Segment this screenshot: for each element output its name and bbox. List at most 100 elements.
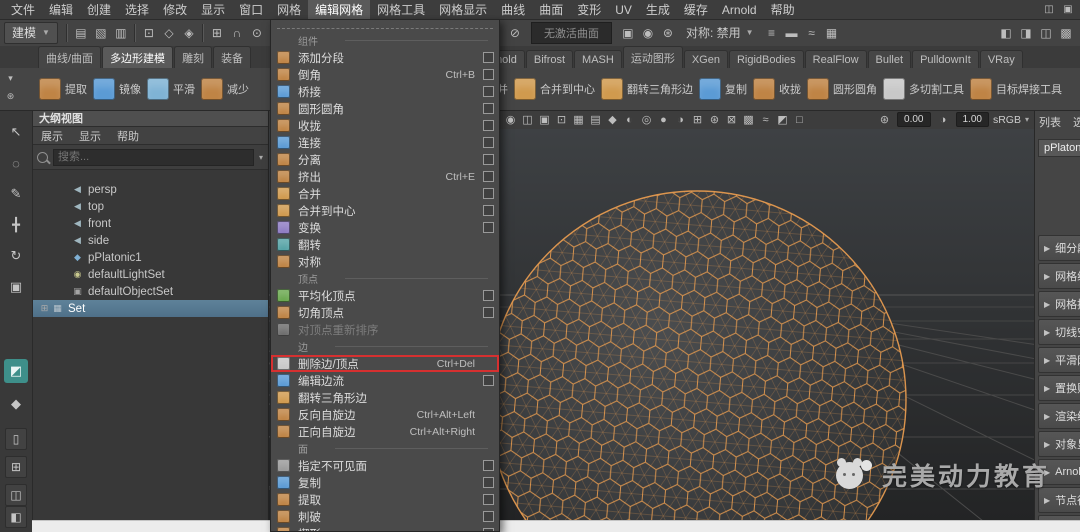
shelf-collapse-button[interactable]: 收拢 — [750, 77, 804, 101]
open-scene-icon[interactable]: ▧ — [91, 23, 111, 43]
render-icon[interactable]: ▣ — [618, 23, 638, 43]
menu-item[interactable]: 挤出 Ctrl+E — [271, 168, 499, 185]
safe-action-icon[interactable]: ◐ — [621, 112, 638, 128]
outliner-item[interactable]: ▣ defaultObjectSet — [32, 283, 268, 300]
menu-item[interactable]: 正向自旋边 Ctrl+Alt+Right — [271, 423, 499, 440]
attribute-node-tab[interactable]: pPlatonicSha... — [1038, 139, 1080, 157]
option-box[interactable] — [483, 137, 494, 148]
last-tool-icon[interactable]: ◆ — [4, 392, 28, 416]
make-live-icon[interactable]: ⊘ — [505, 23, 525, 43]
symmetry-selector[interactable]: 对称: 禁用 ▼ — [686, 24, 754, 41]
option-box[interactable] — [483, 86, 494, 97]
outliner-item[interactable]: ◀ front — [32, 215, 268, 232]
option-box[interactable] — [483, 494, 494, 505]
film-gate-icon[interactable]: ⊡ — [553, 112, 570, 128]
shelf-target-weld-button[interactable]: 目标焊接工具 — [967, 77, 1065, 101]
shelf-reduce-button[interactable]: 减少 — [198, 77, 252, 101]
menubar-item[interactable]: 生成 — [639, 0, 677, 19]
shelf-smooth-button[interactable]: 平滑 — [144, 77, 198, 101]
gamma-icon[interactable]: ◑ — [935, 112, 952, 128]
menubar-item[interactable]: 窗口 — [232, 0, 270, 19]
option-box[interactable] — [483, 375, 494, 386]
menu-item[interactable]: 提取 — [271, 491, 499, 508]
shelf-tab[interactable]: 曲线/曲面 — [38, 46, 101, 68]
attribute-section[interactable]: ▶ 切线空间 — [1038, 319, 1080, 345]
shelf-tab[interactable]: RealFlow — [805, 50, 867, 68]
menubar-item[interactable]: 显示 — [194, 0, 232, 19]
snap-grid-icon[interactable]: ⊞ — [207, 23, 227, 43]
option-box[interactable] — [483, 222, 494, 233]
input-line-icon[interactable]: ≡ — [762, 23, 782, 43]
textured-icon[interactable]: ⊞ — [689, 112, 706, 128]
option-box[interactable] — [483, 69, 494, 80]
ipr-render-icon[interactable]: ◉ — [638, 23, 658, 43]
motion-blur-icon[interactable]: ≈ — [757, 112, 774, 128]
shelf-tab[interactable]: XGen — [684, 50, 728, 68]
menubar-item[interactable]: 曲面 — [532, 0, 570, 19]
construction-history-icon[interactable]: ≈ — [802, 23, 822, 43]
multisample-icon[interactable]: ◩ — [774, 112, 791, 128]
channel-box-toggle-icon[interactable]: ◫ — [1036, 23, 1056, 43]
select-hierarchy-icon[interactable]: ⊡ — [139, 23, 159, 43]
shelf-tab[interactable]: RigidBodies — [729, 50, 804, 68]
menubar-item[interactable]: 编辑网格 — [308, 0, 370, 19]
split-pane-layout-button[interactable]: ◫ — [5, 484, 27, 506]
option-box[interactable] — [483, 307, 494, 318]
gate-mask-icon[interactable]: ▤ — [587, 112, 604, 128]
shelf-menu-icon[interactable]: ⊛ — [3, 89, 18, 104]
shelf-extract-button[interactable]: 提取 — [36, 77, 90, 101]
modeling-toolkit-toggle-icon[interactable]: ▩ — [1056, 23, 1076, 43]
tear-off-handle[interactable] — [277, 22, 493, 29]
menu-item[interactable]: 平均化顶点 — [271, 287, 499, 304]
menubar-item[interactable]: 变形 — [570, 0, 608, 19]
menubar-item[interactable]: 编辑 — [42, 0, 80, 19]
menubar-item[interactable]: Arnold — [715, 0, 764, 19]
outliner-item[interactable]: ◀ persp — [32, 181, 268, 198]
single-pane-layout-button[interactable]: ▯ — [5, 428, 27, 450]
workspace-icon[interactable]: ◫ — [1041, 2, 1057, 18]
expand-icon[interactable]: ⊞ — [38, 303, 51, 314]
option-box[interactable] — [483, 52, 494, 63]
menu-item[interactable]: 对顶点重新排序 — [271, 321, 499, 338]
exposure-icon[interactable]: ⊛ — [876, 112, 893, 128]
menu-item[interactable]: 桥接 — [271, 83, 499, 100]
menu-item[interactable]: 合并到中心 — [271, 202, 499, 219]
shelf-tab[interactable]: 多边形建模 — [102, 46, 173, 68]
menubar-item[interactable]: UV — [608, 0, 639, 19]
shelf-circularize-button[interactable]: 圆形圆角 — [804, 77, 880, 101]
menu-item[interactable]: 复制 — [271, 474, 499, 491]
menu-item[interactable]: 指定不可见面 — [271, 457, 499, 474]
option-box[interactable] — [483, 120, 494, 131]
outliner-item[interactable]: ⊞ ▦ Set — [32, 300, 268, 317]
menubar-item[interactable]: 网格 — [270, 0, 308, 19]
shelf-tab[interactable]: 运动图形 — [623, 46, 683, 68]
select-camera-icon[interactable]: ◉ — [502, 112, 519, 128]
menu-item[interactable]: 分离 — [271, 151, 499, 168]
ao-icon[interactable]: ▩ — [740, 112, 757, 128]
snap-curve-icon[interactable]: ∩ — [227, 23, 247, 43]
shelf-merge-center-button[interactable]: 合并到中心 — [511, 77, 598, 101]
menu-item[interactable]: 添加分段 — [271, 49, 499, 66]
four-pane-layout-button[interactable]: ⊞ — [5, 456, 27, 478]
attribute-menu-item[interactable]: 列表 — [1039, 114, 1061, 130]
shelf-tab[interactable]: Bifrost — [526, 50, 573, 68]
shelf-tab[interactable]: 雕刻 — [174, 46, 212, 68]
menubar-item[interactable]: 选择 — [118, 0, 156, 19]
menu-item[interactable]: 楔形 — [271, 525, 499, 532]
option-box[interactable] — [483, 103, 494, 114]
outliner-item[interactable]: ◀ side — [32, 232, 268, 249]
lock-camera-icon[interactable]: ◫ — [519, 112, 536, 128]
menubar-item[interactable]: 文件 — [4, 0, 42, 19]
outliner-layout-button[interactable]: ◧ — [5, 506, 27, 528]
field-entry-icon[interactable]: ▬ — [782, 23, 802, 43]
menubar-item[interactable]: 网格显示 — [432, 0, 494, 19]
shelf-tab[interactable]: MASH — [574, 50, 622, 68]
attribute-section[interactable]: ▶ 置换贴图 — [1038, 375, 1080, 401]
shelf-mirror-button[interactable]: 镜像 — [90, 77, 144, 101]
ui-elements-icon[interactable]: ▣ — [1060, 2, 1076, 18]
shelf-tab-list-icon[interactable]: ▾ — [3, 71, 18, 86]
menu-item[interactable]: 变换 — [271, 219, 499, 236]
shelf-multicut-button[interactable]: 多切割工具 — [880, 77, 967, 101]
attribute-section[interactable]: ▶ 网格控制 — [1038, 291, 1080, 317]
scale-tool[interactable]: ▣ — [4, 275, 28, 299]
